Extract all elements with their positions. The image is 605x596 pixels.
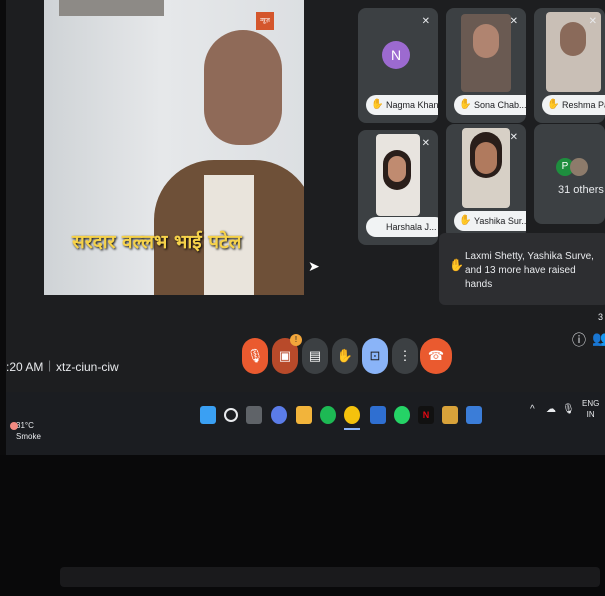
- warning-badge: !: [290, 334, 302, 346]
- app-icon[interactable]: [442, 406, 458, 424]
- weather-temp: 31°C: [16, 421, 34, 430]
- participant-tile-nagma[interactable]: ✕ N ✋ Nagma Khan: [358, 8, 438, 123]
- meeting-separator: |: [48, 358, 52, 372]
- chrome-icon[interactable]: [344, 406, 360, 424]
- weather-icon: [10, 422, 18, 430]
- hand-raised-icon: ✋: [547, 99, 560, 110]
- camera-off-button[interactable]: ▣ !: [272, 334, 302, 374]
- meeting-time: :20 AM: [6, 360, 44, 374]
- hand-raised-icon: ✋: [459, 215, 472, 226]
- language-indicator[interactable]: ENG IN: [582, 398, 599, 420]
- onedrive-icon[interactable]: ☁: [546, 404, 556, 415]
- participant-name: ✋ Reshma Pa...: [542, 95, 605, 115]
- raised-hands-text: Laxmi Shetty, Yashika Surve, and 13 more…: [465, 251, 594, 290]
- presenter-head: [204, 30, 282, 145]
- present-icon: ⊡: [369, 348, 381, 363]
- hand-raised-icon: ✋: [371, 99, 384, 110]
- others-tile[interactable]: P 31 others: [534, 124, 605, 224]
- windows-taskbar: 31°C Smoke N ^ ☁ 🎙 ENG IN: [6, 392, 605, 455]
- participant-face: [473, 24, 499, 58]
- file-explorer-icon[interactable]: [296, 406, 312, 424]
- more-vert-icon: ⋮: [398, 348, 412, 363]
- mic-off-button[interactable]: 🎙: [242, 338, 268, 374]
- whatsapp-icon[interactable]: [394, 406, 410, 424]
- leave-call-button[interactable]: ☎: [420, 338, 452, 374]
- mic-off-icon: ✕: [509, 16, 518, 27]
- phone-hangup-icon: ☎: [427, 348, 445, 363]
- more-options-button[interactable]: ⋮: [392, 338, 418, 374]
- weather-widget[interactable]: 31°C Smoke: [10, 420, 41, 442]
- info-icon[interactable]: ⓘ: [572, 330, 586, 350]
- captions-icon: ▤: [308, 348, 322, 363]
- avatar: [570, 158, 588, 176]
- active-app-indicator: [344, 428, 360, 430]
- netflix-icon[interactable]: N: [418, 406, 434, 424]
- laptop-hinge: [60, 567, 600, 587]
- participant-name: ✋ Nagma Khan: [366, 95, 438, 115]
- participant-face: [388, 156, 406, 182]
- participant-name: ✋ Sona Chab...: [454, 95, 526, 115]
- participant-face: [560, 22, 586, 56]
- present-button[interactable]: ⊡: [362, 338, 388, 374]
- hand-icon: ✋: [336, 348, 354, 363]
- mic-off-icon: 🎙: [246, 348, 264, 363]
- meeting-code: xtz-ciun-ciw: [56, 360, 119, 374]
- mic-off-icon: ✕: [421, 16, 430, 27]
- raised-hands-notification[interactable]: ✋ Laxmi Shetty, Yashika Surve, and 13 mo…: [439, 233, 605, 305]
- people-count-badge: 3: [598, 312, 604, 322]
- camera-off-icon: ▣: [278, 348, 292, 363]
- participant-face: [475, 142, 497, 174]
- spotify-icon[interactable]: [320, 406, 336, 424]
- mic-off-icon: ✕: [588, 16, 597, 27]
- participant-name: Harshala J...: [366, 217, 438, 237]
- channel-logo: न्यूज़: [256, 12, 274, 30]
- search-icon[interactable]: [224, 408, 238, 422]
- people-icon[interactable]: 👥: [592, 330, 605, 347]
- photos-icon[interactable]: [466, 406, 482, 424]
- video-caption: सरदार वल्लभ भाई पटेल: [72, 231, 242, 253]
- task-view-icon[interactable]: [246, 406, 262, 424]
- mouse-cursor-icon: ➤: [308, 258, 320, 274]
- avatar: N: [382, 41, 410, 69]
- mic-off-icon: ✕: [421, 138, 430, 149]
- windows-start-icon[interactable]: [200, 406, 216, 424]
- chat-icon[interactable]: [271, 406, 287, 424]
- edge-icon[interactable]: [370, 406, 386, 424]
- hand-raised-icon: ✋: [449, 258, 464, 272]
- tray-chevron-icon[interactable]: ^: [530, 404, 535, 415]
- others-count: 31 others: [558, 184, 604, 196]
- captions-button[interactable]: ▤: [302, 338, 328, 374]
- participant-tile-reshma[interactable]: ✕ ✋ Reshma Pa...: [534, 8, 605, 123]
- mic-off-icon: ✕: [509, 132, 518, 143]
- raise-hand-button[interactable]: ✋: [332, 338, 358, 374]
- microphone-icon[interactable]: 🎙: [562, 404, 575, 415]
- participant-name: ✋ Yashika Sur...: [454, 211, 526, 231]
- weather-desc: Smoke: [16, 432, 41, 441]
- main-video-tile[interactable]: न्यूज़ सरदार वल्लभ भाई पटेल: [44, 0, 304, 295]
- participant-tile-yashika[interactable]: ✕ ✋ Yashika Sur...: [446, 124, 526, 239]
- participant-tile-harshala[interactable]: ✕ Harshala J...: [358, 130, 438, 245]
- hand-raised-icon: ✋: [459, 99, 472, 110]
- laptop-screen: न्यूज़ सरदार वल्लभ भाई पटेल ➤ ✕ N ✋ Nagm…: [6, 0, 605, 455]
- video-top-banner: [59, 0, 164, 16]
- participant-tile-sona[interactable]: ✕ ✋ Sona Chab...: [446, 8, 526, 123]
